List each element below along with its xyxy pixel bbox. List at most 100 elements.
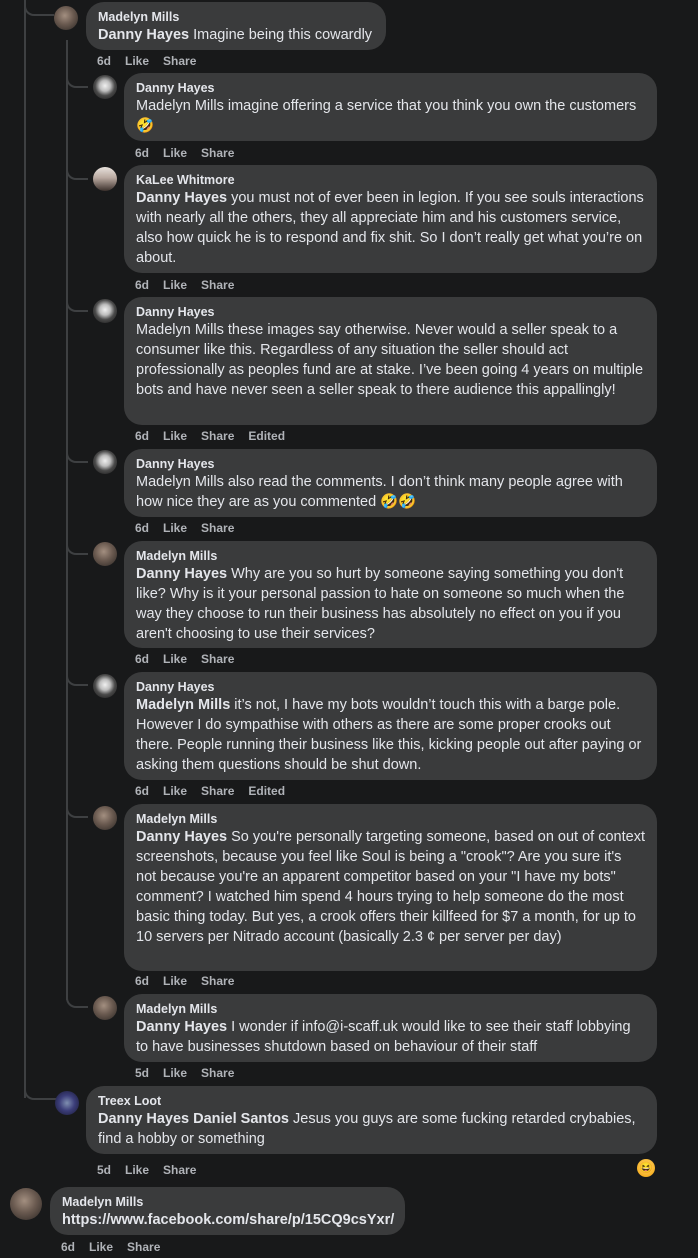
comment-author[interactable]: Madelyn Mills: [136, 549, 645, 564]
comment-author[interactable]: Madelyn Mills: [98, 10, 374, 25]
avatar[interactable]: [93, 806, 117, 830]
like-button[interactable]: Like: [163, 784, 187, 798]
comment-actions: 6d Like Share: [135, 146, 234, 160]
timestamp[interactable]: 6d: [97, 54, 111, 68]
avatar[interactable]: [93, 542, 117, 566]
comment-bubble: Danny Hayes Madelyn Mills these images s…: [124, 297, 657, 425]
comment-author[interactable]: Madelyn Mills: [62, 1195, 393, 1210]
thread-elbow: [66, 990, 88, 1008]
thread-line-replies: [66, 40, 68, 1000]
like-button[interactable]: Like: [163, 652, 187, 666]
mention[interactable]: Danny Hayes: [98, 27, 189, 43]
thread-elbow: [66, 162, 88, 180]
timestamp[interactable]: 6d: [135, 429, 149, 443]
timestamp[interactable]: 6d: [135, 146, 149, 160]
edited-label[interactable]: Edited: [248, 784, 285, 798]
comment-actions: 6d Like Share: [135, 521, 234, 535]
shared-link[interactable]: https://www.facebook.com/share/p/15CQ9cs…: [62, 1210, 394, 1230]
share-button[interactable]: Share: [201, 1066, 234, 1080]
share-button[interactable]: Share: [201, 429, 234, 443]
comment-text: Danny Hayes I wonder if info@i-scaff.uk …: [136, 1019, 631, 1055]
avatar[interactable]: [93, 996, 117, 1020]
comment-author[interactable]: Madelyn Mills: [136, 1002, 645, 1017]
comment-actions: 6d Like Share: [135, 974, 234, 988]
comment-text: Madelyn Mills it’s not, I have my bots w…: [136, 697, 642, 773]
timestamp[interactable]: 6d: [135, 278, 149, 292]
like-button[interactable]: Like: [163, 429, 187, 443]
thread-elbow: [24, 0, 54, 16]
comment-author[interactable]: Danny Hayes: [136, 305, 645, 320]
share-button[interactable]: Share: [163, 54, 196, 68]
timestamp[interactable]: 6d: [135, 784, 149, 798]
avatar[interactable]: [93, 167, 117, 191]
share-button[interactable]: Share: [201, 146, 234, 160]
comment-bubble: KaLee Whitmore Danny Hayes you must not …: [124, 165, 657, 273]
mention[interactable]: Danny Hayes: [136, 1019, 227, 1035]
comment-author[interactable]: Danny Hayes: [136, 81, 645, 96]
comment-bubble: Treex Loot Danny Hayes Daniel Santos Jes…: [86, 1086, 657, 1154]
thread-elbow: [66, 445, 88, 463]
avatar[interactable]: [10, 1188, 42, 1220]
comment-author[interactable]: Danny Hayes: [136, 457, 645, 472]
like-button[interactable]: Like: [89, 1240, 113, 1254]
comment-text: Danny Hayes Daniel Santos Jesus you guys…: [98, 1111, 636, 1147]
share-button[interactable]: Share: [127, 1240, 160, 1254]
share-button[interactable]: Share: [201, 521, 234, 535]
comment-actions: 6d Like Share: [135, 652, 234, 666]
comment-author[interactable]: Danny Hayes: [136, 680, 645, 695]
avatar[interactable]: [93, 75, 117, 99]
thread-elbow: [66, 800, 88, 818]
mention[interactable]: Danny Hayes: [136, 829, 227, 845]
share-button[interactable]: Share: [201, 784, 234, 798]
share-button[interactable]: Share: [163, 1163, 196, 1177]
avatar[interactable]: [55, 1091, 79, 1115]
comment-actions: 5d Like Share: [97, 1163, 196, 1177]
timestamp[interactable]: 6d: [135, 521, 149, 535]
thread-elbow: [66, 70, 88, 88]
comment-author[interactable]: Treex Loot: [98, 1094, 645, 1109]
like-button[interactable]: Like: [163, 146, 187, 160]
comment-text: Madelyn Mills also read the comments. I …: [136, 474, 623, 510]
comment-bubble: Danny Hayes Madelyn Mills also read the …: [124, 449, 657, 517]
timestamp[interactable]: 5d: [135, 1066, 149, 1080]
comment-bubble: Madelyn Mills Danny Hayes Imagine being …: [86, 2, 386, 50]
laughing-emoji-icon[interactable]: 😆: [637, 1159, 655, 1177]
comment-author[interactable]: Madelyn Mills: [136, 812, 645, 827]
timestamp[interactable]: 6d: [135, 974, 149, 988]
comment-text: Madelyn Mills imagine offering a service…: [136, 98, 637, 134]
comment-bubble: Danny Hayes Madelyn Mills it’s not, I ha…: [124, 672, 657, 780]
like-button[interactable]: Like: [163, 521, 187, 535]
comment-bubble: Danny Hayes Madelyn Mills imagine offeri…: [124, 73, 657, 141]
edited-label[interactable]: Edited: [248, 429, 285, 443]
avatar[interactable]: [54, 6, 78, 30]
thread-elbow: [66, 537, 88, 555]
comment-text: Danny Hayes Imagine being this cowardly: [98, 27, 373, 43]
mention[interactable]: Madelyn Mills: [136, 697, 230, 713]
comment-text: Madelyn Mills these images say otherwise…: [136, 322, 644, 398]
mention[interactable]: Danny Hayes: [136, 566, 227, 582]
timestamp[interactable]: 6d: [61, 1240, 75, 1254]
comment-author[interactable]: KaLee Whitmore: [136, 173, 645, 188]
comment-actions: 5d Like Share: [135, 1066, 234, 1080]
comment-text: Danny Hayes Why are you so hurt by someo…: [136, 566, 625, 642]
timestamp[interactable]: 6d: [135, 652, 149, 666]
thread-elbow: [66, 294, 88, 312]
share-button[interactable]: Share: [201, 652, 234, 666]
avatar[interactable]: [93, 450, 117, 474]
comment-text: Danny Hayes So you're personally targeti…: [136, 829, 645, 945]
avatar[interactable]: [93, 299, 117, 323]
like-button[interactable]: Like: [125, 54, 149, 68]
share-button[interactable]: Share: [201, 278, 234, 292]
comment-actions: 6d Like Share: [61, 1240, 160, 1254]
mention[interactable]: Danny Hayes Daniel Santos: [98, 1111, 289, 1127]
like-button[interactable]: Like: [125, 1163, 149, 1177]
mention[interactable]: Danny Hayes: [136, 190, 227, 206]
timestamp[interactable]: 5d: [97, 1163, 111, 1177]
thread-elbow: [66, 668, 88, 686]
comment-actions: 6d Like Share Edited: [135, 429, 285, 443]
like-button[interactable]: Like: [163, 974, 187, 988]
like-button[interactable]: Like: [163, 1066, 187, 1080]
share-button[interactable]: Share: [201, 974, 234, 988]
avatar[interactable]: [93, 674, 117, 698]
like-button[interactable]: Like: [163, 278, 187, 292]
